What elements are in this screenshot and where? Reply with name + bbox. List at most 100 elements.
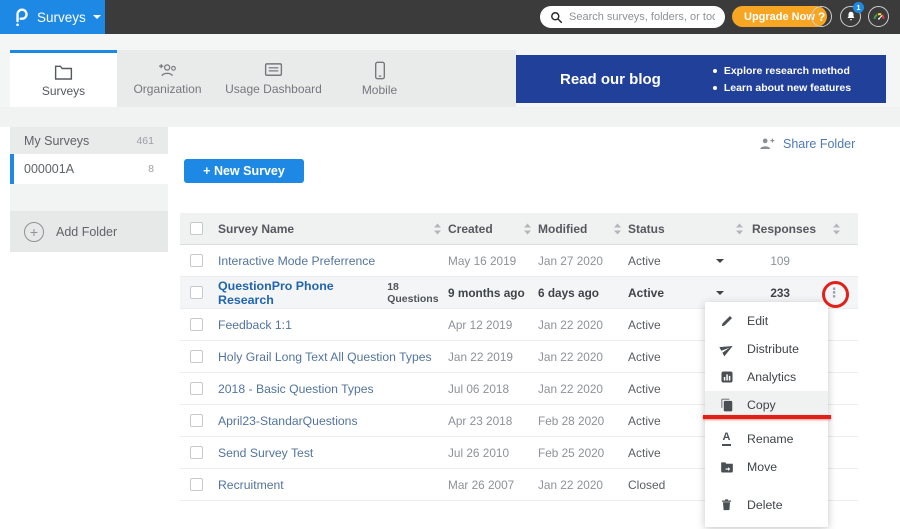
sidebar-item-my-surveys[interactable]: My Surveys 461: [10, 127, 168, 154]
copy-underline-annotation: [703, 415, 831, 419]
folders-sidebar: My Surveys 461 000001A 8 + Add Folder: [10, 127, 168, 252]
row-checkbox[interactable]: [190, 350, 203, 363]
survey-name-link[interactable]: Holy Grail Long Text All Question Types: [218, 350, 432, 364]
menu-item-edit[interactable]: Edit: [705, 307, 828, 335]
status-caret-icon[interactable]: [716, 259, 724, 263]
smartphone-icon: [373, 61, 387, 80]
column-header-status[interactable]: Status: [628, 222, 714, 236]
menu-item-label: Edit: [747, 314, 768, 328]
sort-icon[interactable]: [524, 223, 531, 234]
row-checkbox[interactable]: [190, 478, 203, 491]
created-cell: 9 months ago: [448, 286, 538, 300]
modified-cell: Jan 27 2020: [538, 254, 628, 268]
row-checkbox[interactable]: [190, 254, 203, 267]
folder-count: 461: [136, 135, 154, 147]
menu-item-move[interactable]: Move: [705, 453, 828, 481]
sort-icon[interactable]: [736, 223, 743, 234]
row-checkbox[interactable]: [190, 414, 203, 427]
notification-count-badge: 1: [853, 2, 864, 13]
product-label: Surveys: [37, 10, 86, 25]
banner-title[interactable]: Read our blog: [560, 71, 661, 88]
folder-move-icon: [719, 460, 734, 474]
status-cell: Active: [628, 254, 714, 268]
row-checkbox[interactable]: [190, 318, 203, 331]
column-header-survey-name[interactable]: Survey Name: [218, 222, 448, 236]
row-checkbox[interactable]: [190, 446, 203, 459]
product-switcher[interactable]: Surveys: [0, 0, 105, 34]
pencil-icon: [719, 314, 734, 328]
rename-icon: A: [719, 432, 734, 446]
menu-spacer: [705, 481, 828, 491]
banner-bullet: Learn about new features: [713, 82, 851, 94]
status-cell: Active: [628, 446, 714, 460]
usage-meter-button[interactable]: [868, 6, 889, 27]
modified-cell: Feb 25 2020: [538, 446, 628, 460]
help-button[interactable]: ?: [811, 6, 832, 27]
table-header: Survey Name Created Modified Status Resp…: [180, 213, 858, 245]
tab-label: Surveys: [42, 84, 85, 98]
responses-cell: 109: [750, 254, 810, 268]
header-label: Created: [448, 222, 493, 236]
plus-circle-icon: +: [24, 222, 44, 242]
menu-item-label: Analytics: [747, 370, 796, 384]
tab-label: Organization: [133, 82, 201, 96]
status-cell: Active: [628, 414, 714, 428]
survey-name-link[interactable]: QuestionPro Phone Research: [218, 279, 379, 307]
global-search: [540, 6, 725, 28]
sort-icon[interactable]: [614, 223, 621, 234]
search-input[interactable]: [569, 11, 715, 23]
menu-item-label: Distribute: [747, 342, 799, 356]
created-cell: Mar 26 2007: [448, 478, 538, 492]
tab-mobile[interactable]: Mobile: [329, 50, 430, 107]
tab-label: Mobile: [362, 83, 397, 97]
people-plus-icon: [157, 61, 179, 79]
share-folder-button[interactable]: Share Folder: [758, 136, 855, 151]
bar-chart-icon: [719, 370, 734, 384]
spacer-strip: [0, 107, 900, 127]
column-header-responses[interactable]: Responses: [750, 222, 858, 236]
menu-item-distribute[interactable]: Distribute: [705, 335, 828, 363]
menu-item-analytics[interactable]: Analytics: [705, 363, 828, 391]
modified-cell: Jan 22 2020: [538, 478, 628, 492]
menu-item-delete[interactable]: Delete: [705, 491, 828, 519]
select-all-checkbox[interactable]: [190, 222, 203, 235]
banner-bullet: Explore research method: [713, 65, 851, 77]
sort-icon[interactable]: [434, 223, 441, 234]
status-cell: Active: [628, 286, 714, 300]
created-cell: May 16 2019: [448, 254, 538, 268]
survey-name-link[interactable]: Interactive Mode Preferrence: [218, 254, 375, 268]
created-cell: Apr 23 2018: [448, 414, 538, 428]
status-cell: Active: [628, 382, 714, 396]
header-label: Status: [628, 222, 665, 236]
sort-icon[interactable]: [833, 223, 840, 234]
menu-item-label: Rename: [747, 432, 793, 446]
created-cell: Jul 06 2018: [448, 382, 538, 396]
responses-cell: 233: [750, 286, 810, 300]
survey-name-link[interactable]: Recruitment: [218, 478, 284, 492]
paper-plane-icon: [719, 342, 734, 356]
sidebar-item-000001A[interactable]: 000001A 8: [10, 154, 168, 184]
row-checkbox[interactable]: [190, 286, 203, 299]
copy-icon: [719, 398, 734, 412]
survey-name-link[interactable]: 2018 - Basic Question Types: [218, 382, 374, 396]
status-caret-icon[interactable]: [716, 291, 724, 295]
top-bar: Surveys Upgrade Now ? 1: [0, 0, 900, 34]
tab-usage-dashboard[interactable]: Usage Dashboard: [218, 50, 329, 107]
table-row[interactable]: Interactive Mode Preferrence May 16 2019…: [180, 245, 858, 277]
created-cell: Apr 12 2019: [448, 318, 538, 332]
questionpro-logo-icon: [12, 5, 30, 29]
add-folder-button[interactable]: + Add Folder: [10, 211, 168, 252]
new-survey-button[interactable]: + New Survey: [184, 159, 304, 183]
survey-name-link[interactable]: April23-StandarQuestions: [218, 414, 358, 428]
survey-name-link[interactable]: Feedback 1:1: [218, 318, 292, 332]
survey-name-link[interactable]: Send Survey Test: [218, 446, 313, 460]
bullet-dot: [713, 69, 717, 73]
blog-banner[interactable]: Read our blog Explore research method Le…: [516, 55, 886, 103]
menu-button-circle-annotation: [822, 281, 849, 308]
row-checkbox[interactable]: [190, 382, 203, 395]
tab-organization[interactable]: Organization: [117, 50, 218, 107]
person-plus-icon: [758, 136, 775, 151]
menu-item-rename[interactable]: A Rename: [705, 425, 828, 453]
gauge-icon: [872, 10, 886, 23]
tab-surveys[interactable]: Surveys: [10, 50, 117, 107]
